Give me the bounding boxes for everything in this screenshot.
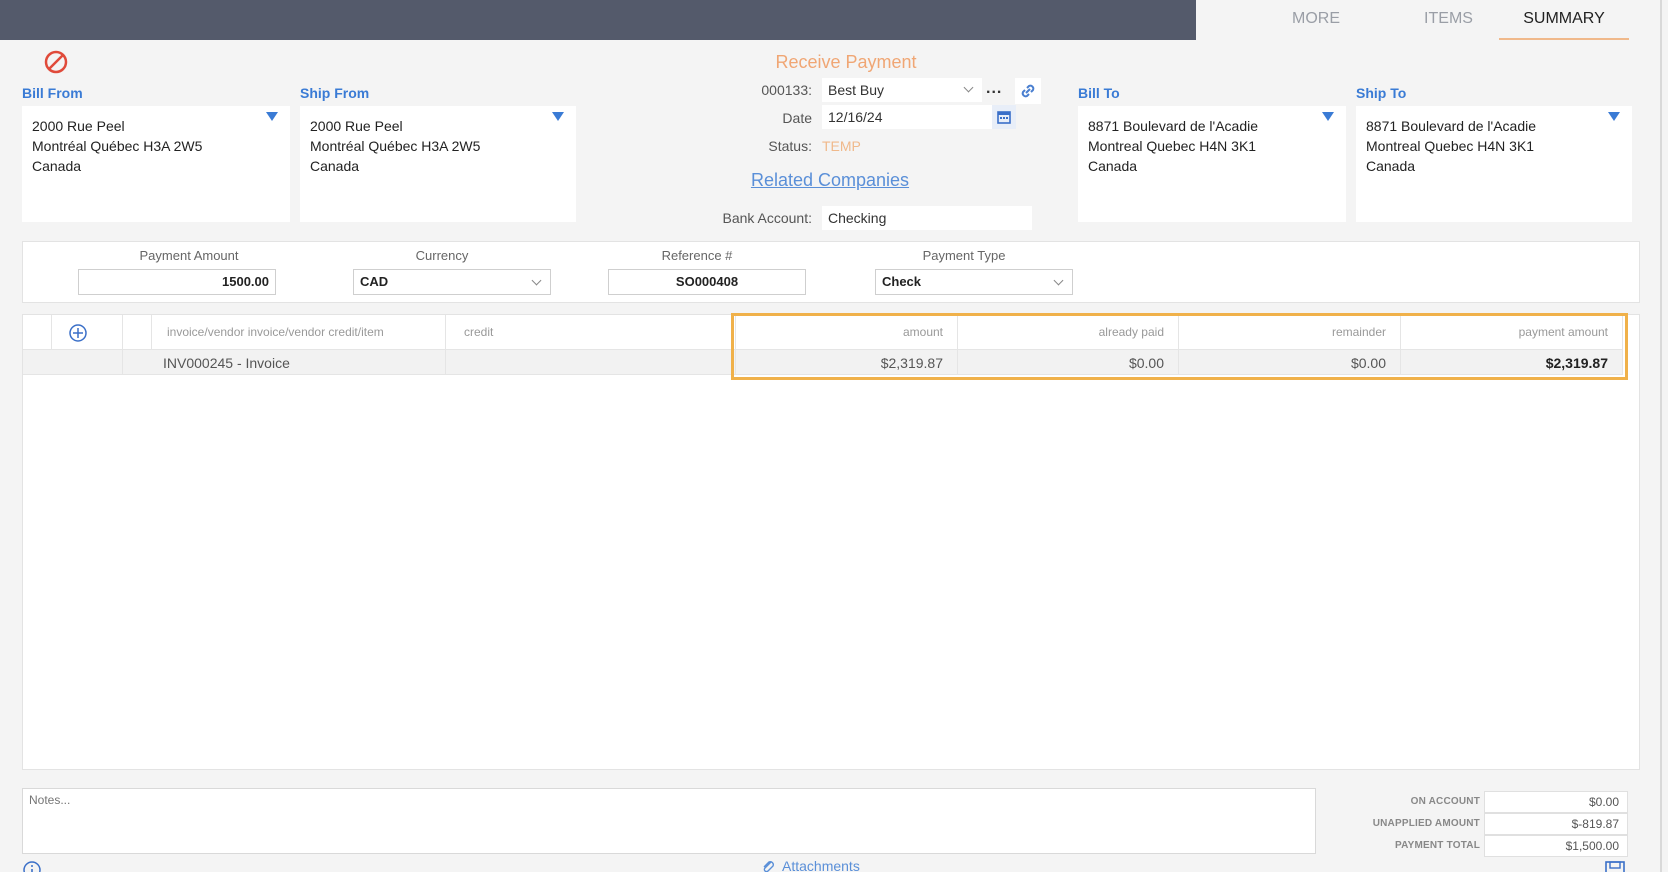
paperclip-icon [763,861,774,872]
on-account-value: $0.00 [1484,791,1628,813]
caret-down-icon[interactable] [266,112,278,121]
bill-from-line-3: Canada [32,158,82,174]
page-title: Receive Payment [775,52,917,72]
caret-down-icon[interactable] [1322,112,1334,121]
chevron-down-icon [963,82,974,93]
status-label: Status: [768,138,812,154]
bill-to-line-1: 8871 Boulevard de l'Acadie [1088,118,1259,134]
bill-from-label: Bill From [22,85,83,101]
top-bar [0,0,1196,40]
payment-total-label: PAYMENT TOTAL [1394,840,1480,851]
column-header-already-paid[interactable]: already paid [958,315,1179,349]
on-account-label: ON ACCOUNT [1410,796,1480,807]
info-icon[interactable] [22,860,42,872]
customer-select[interactable]: Best Buy [822,78,982,102]
payment-panel: Payment Amount 1500.00 Currency CAD Refe… [22,241,1640,303]
ship-to-line-2: Montreal Quebec H4N 3K1 [1366,138,1535,154]
row-expand-toggle[interactable] [123,349,235,375]
currency-label: Currency [415,248,469,263]
ship-to-line-1: 8871 Boulevard de l'Acadie [1366,118,1537,134]
column-header-amount[interactable]: amount [736,315,958,349]
status-value: TEMP [822,138,861,154]
ship-from-line-2: Montréal Québec H3A 2W5 [310,138,481,154]
bill-to-line-2: Montreal Quebec H4N 3K1 [1088,138,1257,154]
payment-amount-input[interactable]: 1500.00 [78,269,276,295]
column-header-payment-amount[interactable]: payment amount [1401,315,1623,349]
payment-amount-label: Payment Amount [139,248,239,263]
calendar-button[interactable] [992,105,1016,129]
ship-to-address[interactable]: 8871 Boulevard de l'Acadie Montreal Queb… [1356,106,1632,222]
unapplied-amount-value: $-819.87 [1484,813,1628,835]
related-companies-link[interactable]: Related Companies [740,170,920,191]
save-icon[interactable] [1604,860,1626,872]
ship-to-label: Ship To [1356,85,1407,101]
ship-from-line-3: Canada [310,158,360,174]
payment-type-select[interactable]: Check [875,269,1073,295]
date-input[interactable]: 12/16/24 [822,105,992,129]
ship-from-label: Ship From [300,85,370,101]
chevron-down-icon [1053,275,1064,286]
bill-from-address[interactable]: 2000 Rue Peel Montréal Québec H3A 2W5 Ca… [22,106,290,222]
tab-bar: MORE ITEMS SUMMARY [1196,0,1668,40]
caret-down-icon[interactable] [1608,112,1620,121]
attachments-label: Attachments [782,858,860,872]
column-header-credit[interactable]: credit [446,315,736,349]
ship-to-line-3: Canada [1366,158,1416,174]
table-row-remainder: $0.00 [1179,349,1401,375]
row-spacer [23,349,52,375]
ship-from-address[interactable]: 2000 Rue Peel Montréal Québec H3A 2W5 Ca… [300,106,576,222]
grid-header-add [49,315,123,349]
calendar-icon [997,111,1011,124]
tab-more[interactable]: MORE [1256,0,1376,40]
more-options-button[interactable]: ... [986,80,1002,98]
table-row-amount: $2,319.87 [736,349,958,375]
reference-input[interactable]: SO000408 [608,269,806,295]
bill-from-line-1: 2000 Rue Peel [32,118,125,134]
currency-value: CAD [360,274,389,289]
payment-type-value: Check [882,274,922,289]
notes-textarea[interactable] [22,788,1316,854]
bill-to-label: Bill To [1078,85,1120,101]
table-row-item[interactable]: INV000245 - Invoice [149,349,446,375]
bill-to-line-3: Canada [1088,158,1138,174]
bank-account-input[interactable]: Checking [822,206,1032,230]
tab-summary[interactable]: SUMMARY [1499,0,1629,40]
grid-header-spacer [23,315,52,349]
line-items-grid: invoice/vendor invoice/vendor credit/ite… [22,314,1640,770]
bill-to-address[interactable]: 8871 Boulevard de l'Acadie Montreal Queb… [1078,106,1346,222]
ship-from-line-1: 2000 Rue Peel [310,118,403,134]
table-row-already-paid: $0.00 [958,349,1179,375]
grid-header-expand [123,315,152,349]
date-label: Date [782,110,812,126]
right-edge-divider [1660,0,1662,872]
link-button[interactable] [1015,78,1041,104]
attachments-button[interactable]: Attachments [760,858,860,872]
void-icon[interactable] [43,49,69,75]
column-header-item[interactable]: invoice/vendor invoice/vendor credit/ite… [149,315,446,349]
add-circle-icon[interactable] [67,322,89,344]
tab-items[interactable]: ITEMS [1386,0,1511,40]
table-row-payment-amount[interactable]: $2,319.87 [1401,349,1623,375]
payment-total-value: $1,500.00 [1484,835,1628,857]
reference-label: Reference # [661,248,733,263]
column-header-remainder[interactable]: remainder [1179,315,1401,349]
caret-down-icon[interactable] [552,112,564,121]
currency-select[interactable]: CAD [353,269,551,295]
payment-type-label: Payment Type [922,248,1006,263]
customer-label: 000133: [761,82,812,98]
link-icon [1021,84,1035,98]
table-row-credit[interactable] [446,349,736,375]
unapplied-amount-label: UNAPPLIED AMOUNT [1372,818,1480,829]
row-spacer [49,349,123,375]
chevron-down-icon [531,275,542,286]
bank-account-label: Bank Account: [722,210,812,226]
bill-from-line-2: Montréal Québec H3A 2W5 [32,138,203,154]
customer-value: Best Buy [828,82,885,98]
